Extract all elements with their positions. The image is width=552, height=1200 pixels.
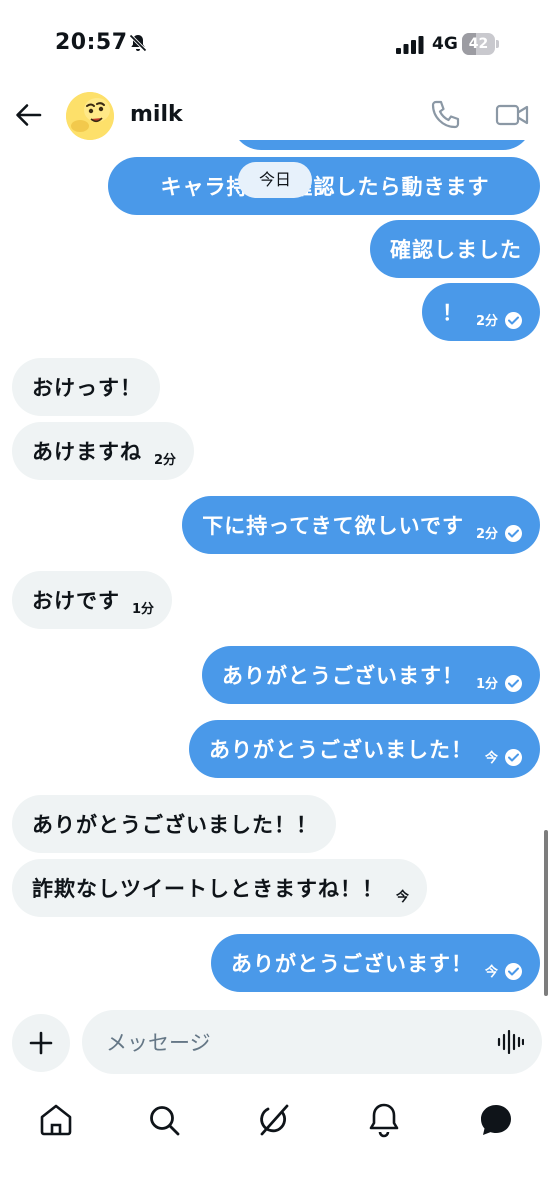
message-meta: 2分 — [154, 435, 176, 468]
message-meta: 2分 — [476, 296, 522, 329]
battery-indicator: 42 — [462, 33, 500, 55]
received-message[interactable]: おけっす！ — [12, 358, 160, 416]
message-text: ありがとうございます！ — [230, 952, 473, 976]
search-icon[interactable] — [144, 1100, 184, 1140]
message-meta: 1分 — [476, 659, 522, 692]
message-list[interactable]: キャラ持って確認したら動きます 確認しました！ 2分 おけっす！ あけますね 2分 下に持っ… — [0, 140, 552, 1008]
day-divider: 今日 — [238, 162, 312, 198]
received-message[interactable]: あけますね 2分 — [12, 422, 195, 480]
sent-message[interactable]: キャラ持って確認したら動きます — [108, 157, 540, 215]
messages-icon[interactable] — [476, 1100, 516, 1140]
contact-name[interactable]: milk — [130, 102, 183, 127]
avatar-face-icon — [66, 92, 114, 140]
received-message[interactable]: 詐欺なしツイートしときますね！！ 今 — [12, 859, 428, 917]
message-text: ！ — [441, 301, 464, 325]
sent-message[interactable]: ありがとうございました！ 今 — [188, 720, 540, 778]
message-text: ありがとうございます！ — [221, 664, 464, 688]
message-text: ありがとうございました！ — [208, 738, 473, 762]
phone-icon[interactable] — [428, 98, 462, 132]
message-text: 確認しました — [390, 238, 522, 262]
message-input[interactable] — [104, 1010, 488, 1076]
read-check-icon — [505, 674, 522, 692]
plus-icon — [29, 1031, 53, 1055]
read-check-icon — [505, 962, 522, 980]
message-meta: 今 — [485, 733, 522, 766]
message-time: 2分 — [475, 526, 498, 542]
video-camera-icon[interactable] — [494, 98, 530, 132]
message-time: 今 — [484, 964, 498, 980]
signal-icon — [396, 36, 424, 54]
voice-message-icon[interactable] — [496, 1030, 524, 1054]
sent-message[interactable]: 確認しました — [370, 220, 540, 278]
message-meta: 2分 — [476, 509, 522, 542]
read-check-icon — [505, 311, 522, 329]
network-label: 4G — [432, 34, 458, 54]
read-check-icon — [505, 748, 522, 766]
add-attachment-button[interactable] — [12, 1014, 70, 1072]
message-time: 1分 — [132, 601, 155, 617]
message-text: あけますね — [32, 440, 142, 464]
avatar[interactable] — [66, 92, 114, 140]
sent-message[interactable]: ありがとうございます！ 今 — [210, 934, 540, 992]
home-icon[interactable] — [36, 1100, 76, 1140]
grok-icon[interactable] — [254, 1100, 294, 1140]
sent-message-partial[interactable] — [232, 140, 532, 150]
message-text: おけです — [32, 589, 120, 613]
sent-message[interactable]: 下に持ってきて欲しいです 2分 — [182, 496, 540, 554]
battery-level: 42 — [468, 36, 489, 52]
message-time: 2分 — [475, 313, 498, 329]
message-meta: 今 — [396, 872, 409, 905]
back-arrow-icon[interactable] — [12, 96, 46, 134]
received-message[interactable]: ありがとうございました！！ — [12, 795, 336, 853]
message-composer — [82, 1010, 542, 1076]
message-meta: 1分 — [132, 584, 154, 617]
status-time: 20:57 — [55, 30, 128, 55]
message-time: 今 — [484, 750, 498, 766]
message-text: おけっす！ — [32, 376, 142, 400]
received-message[interactable]: おけです 1分 — [12, 571, 173, 629]
message-time: 1分 — [475, 676, 498, 692]
bell-off-icon — [129, 34, 147, 52]
message-text: キャラ持って確認したら動きます — [160, 175, 490, 199]
read-check-icon — [505, 524, 522, 542]
message-text: 詐欺なしツイートしときますね！！ — [32, 877, 384, 901]
message-time: 2分 — [154, 452, 177, 468]
notifications-icon[interactable] — [364, 1100, 404, 1140]
message-text: ありがとうございました！！ — [32, 813, 318, 837]
message-text: 下に持ってきて欲しいです — [202, 514, 464, 538]
message-time: 今 — [396, 889, 410, 905]
sent-message[interactable]: ！ 2分 — [421, 283, 540, 341]
message-meta: 今 — [485, 947, 522, 980]
scrollbar[interactable] — [544, 830, 548, 996]
sent-message[interactable]: ありがとうございます！ 1分 — [201, 646, 540, 704]
